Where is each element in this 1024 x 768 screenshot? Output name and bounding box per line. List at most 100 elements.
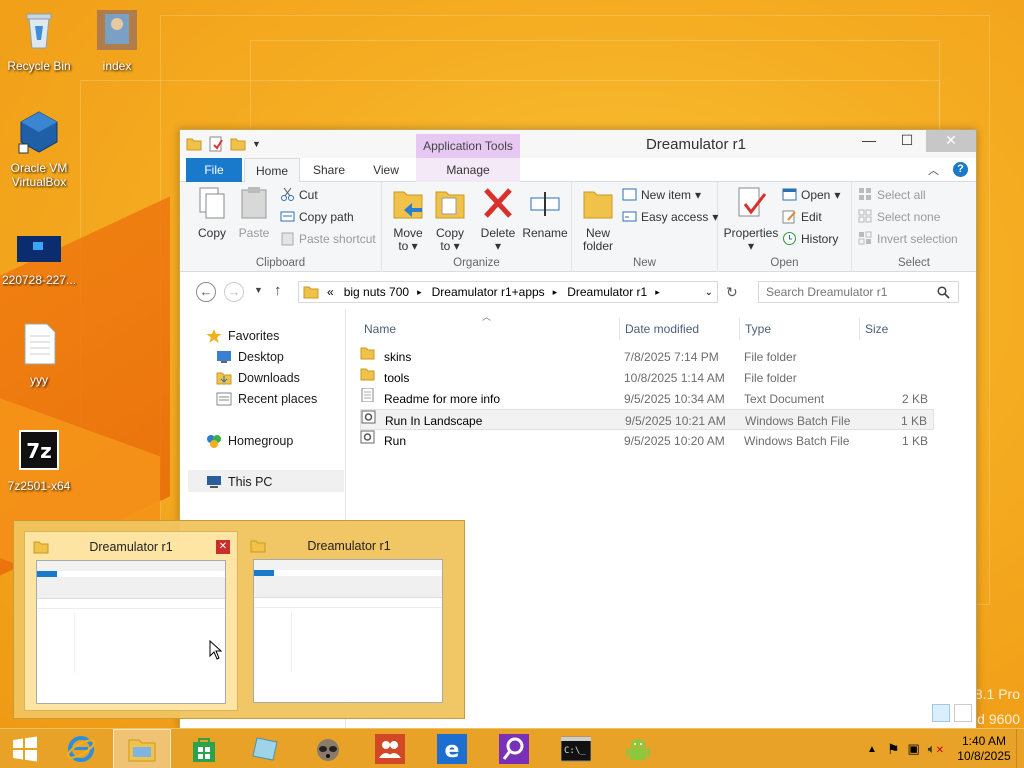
large-icons-view-button[interactable] (954, 704, 972, 722)
nav-favorites[interactable]: Favorites (206, 329, 279, 343)
tab-file[interactable]: File (186, 158, 242, 182)
taskbar: e C:\_ ▲ ⚑ ▣ 🔈︎✕ 1:40 AM 10/8/2025 (0, 728, 1024, 768)
taskbar-store[interactable] (175, 729, 233, 768)
nav-this-pc[interactable]: This PC (206, 475, 272, 489)
clock-time: 1:40 AM (961, 734, 1007, 748)
breadcrumb-segment[interactable]: Dreamulator r1+apps (432, 285, 545, 299)
taskbar-raccoon-app[interactable] (299, 729, 357, 768)
desktop-icon-image-220728[interactable]: 220728-227... (1, 232, 77, 287)
help-icon[interactable]: ? (953, 162, 968, 177)
nav-desktop[interactable]: Desktop (216, 350, 284, 364)
thumbnail-close-button[interactable]: ✕ (216, 540, 230, 554)
close-button[interactable]: ✕ (926, 130, 976, 152)
properties-button[interactable]: Properties ▾ (722, 186, 780, 253)
address-input[interactable]: « big nuts 700 ▸ Dreamulator r1+apps ▸ Dre… (298, 281, 718, 303)
nav-homegroup[interactable]: Homegroup (206, 434, 293, 448)
column-header-size[interactable]: Size (865, 322, 888, 336)
file-row-selected[interactable]: Run In Landscape 9/5/2025 10:21 AM Windows… (360, 409, 934, 430)
taskbar-file-explorer[interactable] (113, 729, 171, 768)
easy-access-button[interactable]: Easy access ▾ (622, 209, 718, 224)
nav-downloads[interactable]: Downloads (216, 371, 300, 385)
paste-button[interactable]: Paste (236, 186, 272, 240)
maximize-button[interactable]: ☐ (888, 130, 926, 152)
thumbnail-image (36, 560, 226, 704)
up-arrow-icon[interactable]: ↑ (274, 282, 282, 299)
desktop-icon-recycle-bin[interactable]: Recycle Bin (1, 8, 77, 73)
search-icon (937, 286, 950, 299)
taskbar-internet-explorer-modern[interactable]: e (423, 729, 481, 768)
network-icon[interactable]: ▣ (908, 741, 920, 757)
taskbar-people-app[interactable] (361, 729, 419, 768)
show-hidden-icons-chevron-icon[interactable]: ▲ (867, 744, 877, 755)
volume-muted-icon[interactable]: 🔈︎✕ (928, 741, 944, 757)
address-dropdown-icon[interactable]: ⌄ (705, 287, 713, 298)
group-label-new: New (632, 257, 656, 269)
open-button[interactable]: Open ▾ (782, 187, 840, 202)
taskbar-internet-explorer[interactable] (52, 729, 110, 768)
column-header-date[interactable]: Date modified (625, 322, 699, 336)
new-item-button[interactable]: New item ▾ (622, 187, 701, 202)
paste-shortcut-button[interactable]: Paste shortcut (280, 231, 376, 246)
search-input[interactable] (758, 281, 959, 303)
group-new: New folder New item ▾ Easy access ▾ New (572, 182, 718, 272)
taskbar-command-prompt[interactable]: C:\_ (547, 729, 605, 768)
desktop-icon-virtualbox[interactable]: Oracle VM VirtualBox (1, 110, 77, 189)
taskbar-search-app[interactable] (485, 729, 543, 768)
batch-file-gear-icon (361, 410, 376, 424)
svg-text:7z: 7z (26, 439, 52, 463)
column-header-type[interactable]: Type (745, 322, 771, 336)
nav-recent-places[interactable]: Recent places (216, 392, 317, 406)
breadcrumb-overflow[interactable]: « (327, 285, 334, 299)
history-button[interactable]: History (782, 231, 838, 246)
clock[interactable]: 1:40 AM 10/8/2025 (952, 734, 1016, 764)
thumbnail-window-2[interactable]: Dreamulator r1 (242, 531, 456, 711)
copy-button[interactable]: Copy (194, 186, 230, 240)
edit-button[interactable]: Edit (782, 209, 822, 224)
select-none-button[interactable]: Select none (858, 209, 940, 224)
action-center-flag-icon[interactable]: ⚑ (887, 741, 900, 758)
copy-to-button[interactable]: Copy to ▾ (432, 186, 468, 253)
copy-path-button[interactable]: Copy path (280, 209, 354, 224)
breadcrumb-segment[interactable]: Dreamulator r1 (567, 285, 647, 299)
breadcrumb-segment[interactable]: big nuts 700 (344, 285, 409, 299)
column-header-name[interactable]: Name (364, 322, 396, 336)
tab-share[interactable]: Share (300, 158, 358, 182)
refresh-icon[interactable]: ↻ (726, 284, 738, 301)
desktop-icon-index[interactable]: index (79, 8, 155, 73)
rename-button[interactable]: Rename (522, 186, 568, 240)
cut-button[interactable]: Cut (280, 187, 318, 202)
start-button[interactable] (0, 729, 50, 768)
file-row[interactable]: tools 10/8/2025 1:14 AM File folder (360, 367, 934, 388)
minimize-button[interactable]: — (850, 130, 888, 152)
file-row[interactable]: skins 7/8/2025 7:14 PM File folder (360, 346, 934, 367)
forward-button[interactable]: → (224, 282, 244, 302)
computer-icon (207, 476, 221, 488)
taskbar-android-app[interactable] (609, 729, 667, 768)
details-view-button[interactable] (932, 704, 950, 722)
history-icon (783, 232, 796, 245)
select-all-button[interactable]: Select all (858, 187, 926, 202)
collapse-ribbon-icon[interactable]: ︿ (928, 162, 939, 178)
show-desktop-button[interactable] (1016, 729, 1024, 768)
desktop-icon-7zip[interactable]: 7z 7z2501-x64 (1, 428, 77, 493)
taskbar-notepad-app[interactable] (237, 729, 295, 768)
file-row[interactable]: Run 9/5/2025 10:20 AM Windows Batch File 1 … (360, 430, 934, 451)
mouse-cursor-icon (209, 640, 223, 660)
new-folder-button[interactable]: New folder (580, 186, 616, 253)
recent-places-icon (216, 392, 232, 406)
tab-home[interactable]: Home (244, 158, 300, 183)
new-item-icon (622, 188, 637, 201)
thumbnail-title: Dreamulator r1 (89, 540, 173, 554)
tab-view[interactable]: View (358, 158, 414, 182)
recent-locations-chevron-icon[interactable]: ▼ (254, 285, 263, 295)
back-button[interactable]: ← (196, 282, 216, 302)
thumbnail-window-1[interactable]: Dreamulator r1 ✕ (24, 531, 238, 711)
tab-manage[interactable]: Manage (416, 158, 520, 182)
rename-icon (530, 192, 560, 216)
scissors-icon (281, 187, 294, 201)
delete-button[interactable]: Delete ▾ (478, 186, 518, 253)
desktop-icon-yyy[interactable]: yyy (1, 322, 77, 387)
move-to-button[interactable]: Move to ▾ (390, 186, 426, 253)
file-row[interactable]: Readme for more info 9/5/2025 10:34 AM Tex… (360, 387, 934, 409)
invert-selection-button[interactable]: Invert selection (858, 231, 958, 246)
